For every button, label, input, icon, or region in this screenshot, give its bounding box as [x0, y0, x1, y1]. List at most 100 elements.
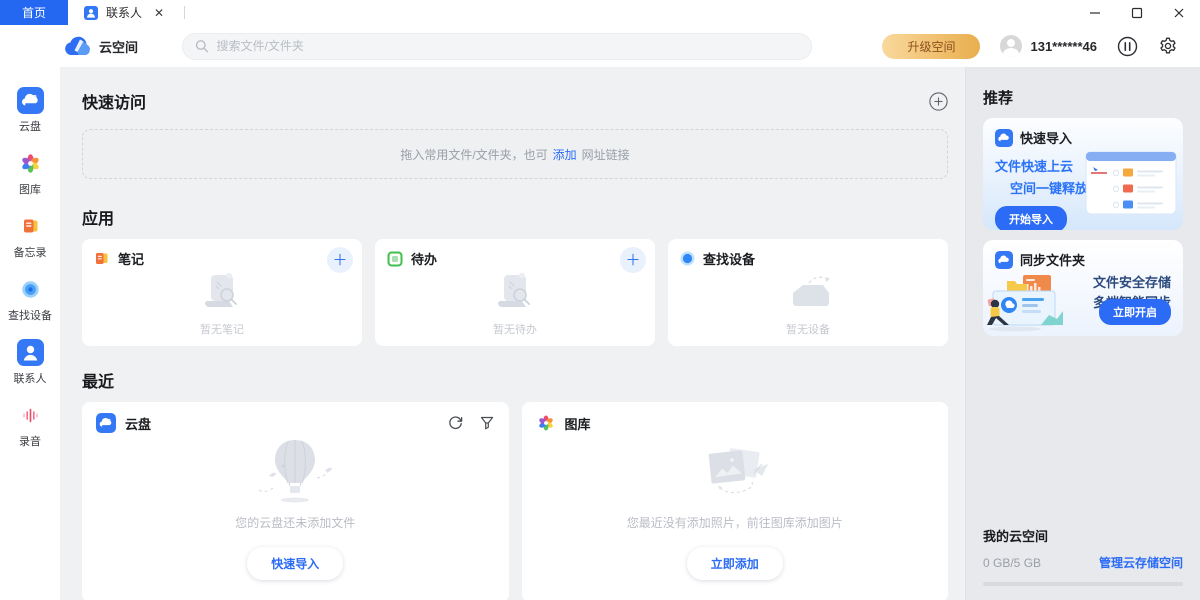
content: 云盘 图库 备忘录 查找设备 联系人 录音 — [0, 67, 1200, 600]
sidebar-item-label: 云盘 — [19, 118, 41, 134]
sidebar-item-memo[interactable]: 备忘录 — [14, 213, 47, 260]
drive-icon — [17, 87, 44, 114]
sidebar-item-drive[interactable]: 云盘 — [17, 87, 44, 134]
file-window-illustration — [1085, 151, 1177, 217]
sidebar-item-label: 查找设备 — [8, 307, 52, 323]
settings-gear-icon[interactable] — [1158, 36, 1178, 56]
apps-title: 应用 — [82, 205, 948, 229]
recent-title: 最近 — [82, 368, 948, 392]
balloon-illustration — [245, 436, 345, 510]
sync-folder-promo-title: 同步文件夹 — [1020, 250, 1085, 269]
sidebar-item-find-device[interactable]: 查找设备 — [8, 276, 52, 323]
gallery-card-label: 图库 — [565, 414, 591, 433]
todo-empty-text: 暂无待办 — [493, 321, 537, 337]
brand: 云空间 — [64, 36, 138, 56]
dropzone-hint-suffix: 网址链接 — [582, 146, 630, 163]
empty-note-illustration — [199, 273, 245, 315]
start-import-button[interactable]: 开始导入 — [995, 206, 1067, 230]
transfer-pause-icon[interactable] — [1117, 36, 1138, 57]
main-panel: 快速访问 拖入常用文件/文件夹，也可 添加 网址链接 应用 笔记 ＋ — [60, 67, 965, 600]
recent-gallery-card[interactable]: 图库 您最近没有添加照片，前往图库添加图片 立即添加 — [522, 402, 949, 600]
todo-card-label: 待办 — [411, 249, 437, 268]
device-empty-state: 暂无设备 — [668, 269, 948, 337]
search-bar[interactable] — [182, 33, 812, 60]
notes-card-label: 笔记 — [118, 249, 144, 268]
sidebar: 云盘 图库 备忘录 查找设备 联系人 录音 — [0, 67, 60, 600]
storage-title: 我的云空间 — [983, 526, 1183, 545]
drive-card-icon — [96, 413, 116, 433]
drive-empty-text: 您的云盘还未添加文件 — [235, 514, 355, 531]
app-header: 云空间 升级空间 131******46 — [0, 25, 1200, 67]
recorder-icon — [17, 402, 44, 429]
quick-import-button[interactable]: 快速导入 — [247, 547, 343, 580]
todo-empty-state: 暂无待办 — [375, 269, 655, 337]
tab-bar: 首页 联系人 ✕ — [0, 0, 1200, 25]
sidebar-item-label: 联系人 — [14, 370, 47, 386]
find-device-card-label: 查找设备 — [703, 249, 755, 268]
sidebar-item-label: 备忘录 — [14, 244, 47, 260]
quick-import-promo-icon — [995, 129, 1013, 147]
notes-icon — [94, 251, 110, 267]
minimize-icon[interactable] — [1074, 0, 1116, 25]
sidebar-item-recorder[interactable]: 录音 — [17, 402, 44, 449]
notes-empty-state: 暂无笔记 — [82, 269, 362, 337]
close-icon[interactable] — [1158, 0, 1200, 25]
empty-device-illustration — [779, 273, 837, 315]
maximize-icon[interactable] — [1116, 0, 1158, 25]
recommend-panel: 推荐 快速导入 文件快速上云 空间一键释放 开始导入 同步文件夹 文件安全存储 — [965, 67, 1200, 600]
gallery-icon — [17, 150, 44, 177]
sidebar-item-label: 录音 — [19, 433, 41, 449]
dropzone-hint: 拖入常用文件/文件夹，也可 — [400, 146, 547, 163]
filter-icon[interactable] — [480, 416, 494, 430]
window-controls — [1074, 0, 1200, 25]
recent-drive-card[interactable]: 云盘 您的云盘还未添加文件 快速导入 — [82, 402, 509, 600]
photos-illustration — [680, 436, 790, 510]
quick-access-add-icon[interactable] — [929, 92, 948, 111]
drive-card-label: 云盘 — [125, 414, 151, 433]
storage-usage: 0 GB/5 GB — [983, 556, 1041, 570]
tab-contacts[interactable]: 联系人 ✕ — [68, 0, 176, 25]
notes-card[interactable]: 笔记 ＋ 暂无笔记 — [82, 239, 362, 346]
upgrade-space-label: 升级空间 — [907, 38, 955, 55]
tab-home[interactable]: 首页 — [0, 0, 68, 25]
add-now-button[interactable]: 立即添加 — [687, 547, 783, 580]
gallery-card-icon — [536, 413, 556, 433]
search-input[interactable] — [217, 39, 800, 53]
quick-access-dropzone[interactable]: 拖入常用文件/文件夹，也可 添加 网址链接 — [82, 129, 948, 179]
sync-folder-promo-card[interactable]: 同步文件夹 文件安全存储 多端智能同步 立即开启 — [983, 240, 1183, 336]
recommend-title: 推荐 — [983, 87, 1183, 108]
gallery-empty-state: 您最近没有添加照片，前往图库添加图片 立即添加 — [522, 436, 949, 600]
find-device-card[interactable]: 查找设备 暂无设备 — [668, 239, 948, 346]
quick-import-promo-card[interactable]: 快速导入 文件快速上云 空间一键释放 开始导入 — [983, 118, 1183, 230]
search-icon — [195, 39, 209, 53]
header-actions: 升级空间 131******46 — [882, 34, 1178, 59]
find-device-card-icon — [680, 251, 695, 266]
tab-close-icon[interactable]: ✕ — [150, 4, 168, 22]
sidebar-item-contacts[interactable]: 联系人 — [14, 339, 47, 386]
manage-storage-link[interactable]: 管理云存储空间 — [1099, 554, 1183, 571]
sidebar-item-gallery[interactable]: 图库 — [17, 150, 44, 197]
tab-separator — [184, 6, 185, 19]
drive-empty-state: 您的云盘还未添加文件 快速导入 — [82, 436, 509, 600]
contacts-tab-icon — [84, 6, 98, 20]
enable-now-button[interactable]: 立即开启 — [1099, 299, 1171, 325]
add-url-link[interactable]: 添加 — [553, 146, 577, 163]
empty-todo-illustration — [492, 273, 538, 315]
tab-contacts-label: 联系人 — [106, 4, 142, 21]
upgrade-space-button[interactable]: 升级空间 — [882, 34, 980, 59]
device-empty-text: 暂无设备 — [786, 321, 830, 337]
sync-folder-promo-icon — [995, 251, 1013, 269]
account[interactable]: 131******46 — [1000, 35, 1097, 57]
quick-import-promo-title: 快速导入 — [1020, 128, 1072, 147]
recent-row: 云盘 您的云盘还未添加文件 快速导入 图库 — [82, 402, 948, 600]
contacts-icon — [17, 339, 44, 366]
refresh-icon[interactable] — [448, 415, 463, 430]
todo-icon — [387, 251, 403, 267]
apps-row: 笔记 ＋ 暂无笔记 待办 ＋ 暂无待办 — [82, 239, 948, 346]
quick-access-title: 快速访问 — [82, 89, 146, 113]
account-number: 131******46 — [1030, 39, 1097, 54]
sidebar-item-label: 图库 — [19, 181, 41, 197]
cloud-space-logo-icon — [64, 36, 91, 56]
todo-card[interactable]: 待办 ＋ 暂无待办 — [375, 239, 655, 346]
find-device-icon — [17, 276, 44, 303]
